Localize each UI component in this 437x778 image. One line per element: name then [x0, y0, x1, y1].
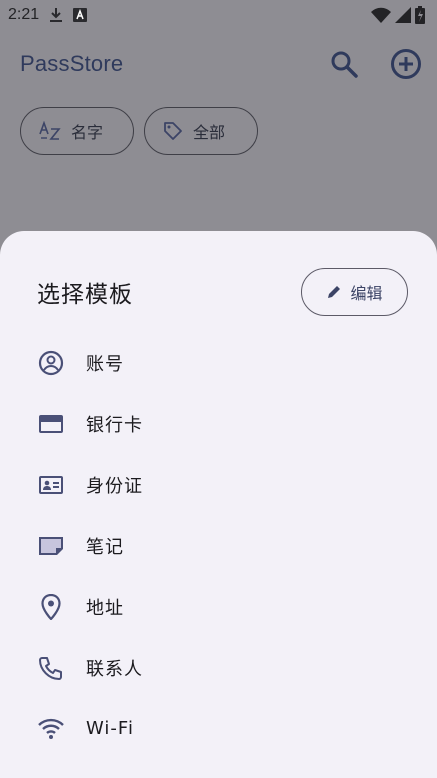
template-item-id-card[interactable]: 身份证 [0, 454, 437, 515]
template-item-wifi[interactable]: Wi-Fi [0, 698, 437, 759]
credit-card-icon [37, 410, 65, 438]
wifi-icon [37, 715, 65, 743]
app-title: PassStore [20, 51, 124, 76]
search-icon [331, 51, 358, 78]
status-bar: 2:21 [0, 0, 437, 30]
filter-chip[interactable]: 全部 [144, 107, 258, 155]
app-actions [327, 38, 423, 90]
sort-chip[interactable]: 名字 [20, 107, 134, 155]
search-button[interactable] [327, 47, 361, 81]
note-icon [37, 532, 65, 560]
account-circle-icon [37, 349, 65, 377]
status-right [371, 6, 425, 24]
app-bar: PassStore [0, 38, 437, 90]
battery-icon [415, 6, 425, 24]
sheet-header: 选择模板 编辑 [37, 267, 408, 317]
sheet-title: 选择模板 [37, 282, 133, 308]
text-a-icon [73, 8, 88, 22]
template-item-address[interactable]: 地址 [0, 576, 437, 637]
template-item-label: 银行卡 [86, 414, 143, 436]
template-item-label: 身份证 [86, 475, 143, 497]
sort-chip-label: 名字 [71, 123, 104, 142]
template-item-contact[interactable]: 联系人 [0, 637, 437, 698]
tag-icon [164, 122, 182, 140]
wifi-icon [371, 7, 391, 23]
template-item-label: 地址 [86, 597, 124, 619]
template-item-label: 账号 [86, 353, 124, 375]
template-list: 账号 银行卡 身份证 笔记 地址 联系人 Wi-Fi [0, 332, 437, 759]
template-item-label: Wi-Fi [86, 718, 134, 739]
template-item-bank-card[interactable]: 银行卡 [0, 393, 437, 454]
filter-chip-label: 全部 [193, 123, 226, 142]
cellular-signal-icon [395, 7, 411, 23]
pencil-icon [328, 286, 341, 298]
template-item-account[interactable]: 账号 [0, 332, 437, 393]
status-time: 2:21 [8, 6, 40, 23]
id-card-icon [37, 471, 65, 499]
add-button[interactable] [389, 47, 423, 81]
template-bottom-sheet: 选择模板 编辑 账号 银行卡 身份证 笔记 地址 联系人 Wi-Fi [0, 231, 437, 778]
edit-button-label: 编辑 [350, 284, 383, 303]
sort-az-icon [39, 121, 61, 140]
phone-icon [37, 654, 65, 682]
template-item-note[interactable]: 笔记 [0, 515, 437, 576]
template-item-label: 笔记 [86, 536, 124, 558]
status-left: 2:21 [8, 6, 88, 24]
download-icon [49, 7, 63, 23]
add-circle-icon [391, 49, 421, 79]
location-pin-icon [37, 593, 65, 621]
edit-button[interactable]: 编辑 [301, 268, 408, 316]
filter-chips: 名字 全部 [20, 107, 258, 155]
template-item-label: 联系人 [86, 658, 143, 680]
